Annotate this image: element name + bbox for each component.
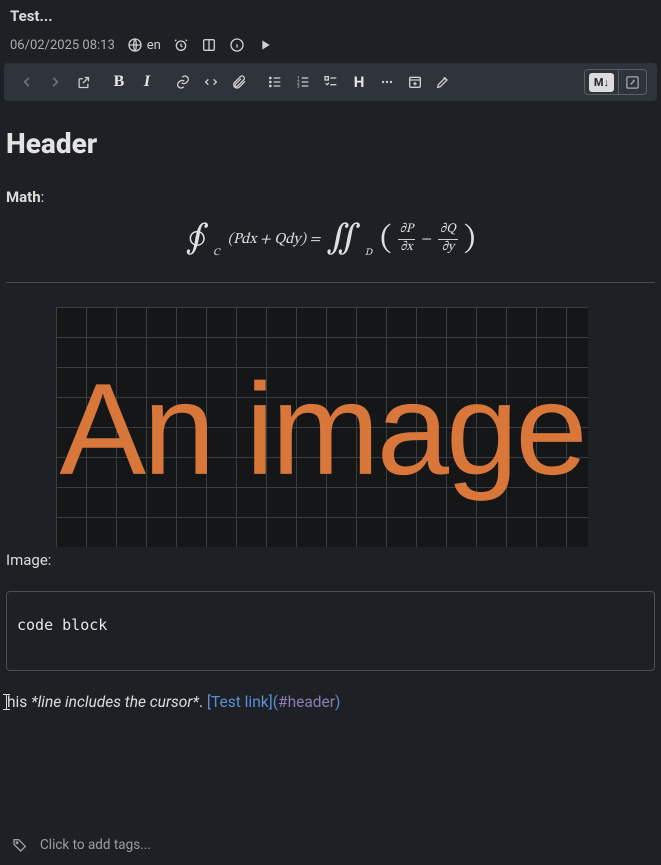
bullet-list-button[interactable] [262, 69, 288, 95]
alarm-icon[interactable] [173, 37, 189, 53]
link-text[interactable]: Test link [211, 693, 269, 711]
horizontal-rule [6, 282, 655, 283]
attachment-button[interactable] [226, 69, 252, 95]
layout-icon[interactable] [201, 37, 217, 53]
code-block[interactable]: code block [6, 591, 655, 671]
math-label[interactable]: Math: [6, 188, 655, 206]
note-datetime: 06/02/2025 08:13 [10, 38, 115, 53]
edit-mode-button[interactable] [618, 70, 646, 94]
math-equation: ∮C (Pdx + Qdy) = ∬D ( ∂P∂x − ∂Q∂y ) [6, 218, 655, 274]
tag-icon [12, 837, 28, 853]
highlight-button[interactable] [430, 69, 456, 95]
paragraph-with-cursor[interactable]: his *line includes the cursor*. [Test li… [6, 691, 655, 711]
link-target: #header [278, 693, 335, 711]
tags-bar[interactable]: Click to add tags... [0, 831, 661, 859]
bold-button[interactable]: B [106, 69, 132, 95]
meta-bar: 06/02/2025 08:13 en [0, 31, 661, 63]
editor-toolbar: B I 123 H M↓ [4, 63, 657, 101]
italic-button[interactable]: I [134, 69, 160, 95]
markdown-mode-button[interactable]: M↓ [589, 73, 614, 92]
code-inline-button[interactable] [198, 69, 224, 95]
play-icon[interactable] [257, 37, 273, 53]
embedded-image[interactable]: An image [56, 307, 588, 547]
image-caption[interactable]: Image: [6, 551, 655, 569]
info-icon[interactable] [229, 37, 245, 53]
language-selector[interactable]: en [127, 37, 161, 53]
heading-1[interactable]: Header [6, 127, 655, 160]
globe-icon [127, 37, 143, 53]
image-content-text: An image [59, 371, 584, 488]
editor-content[interactable]: Header Math: ∮C (Pdx + Qdy) = ∬D ( ∂P∂x … [0, 105, 661, 711]
insert-date-button[interactable] [402, 69, 428, 95]
view-mode-switcher: M↓ [584, 69, 647, 95]
external-link-button[interactable] [70, 69, 96, 95]
numbered-list-button[interactable]: 123 [290, 69, 316, 95]
checklist-button[interactable] [318, 69, 344, 95]
nav-back-button[interactable] [14, 69, 40, 95]
tags-placeholder[interactable]: Click to add tags... [40, 837, 151, 853]
svg-text:3: 3 [297, 83, 300, 89]
nav-forward-button[interactable] [42, 69, 68, 95]
more-button[interactable] [374, 69, 400, 95]
language-code: en [147, 38, 161, 53]
double-integral-symbol: ∬ [326, 222, 361, 256]
contour-integral-symbol: ∮ [186, 222, 209, 256]
link-button[interactable] [170, 69, 196, 95]
note-title[interactable]: Test... [0, 0, 661, 31]
heading-button[interactable]: H [346, 69, 372, 95]
text-cursor-icon [6, 694, 7, 710]
